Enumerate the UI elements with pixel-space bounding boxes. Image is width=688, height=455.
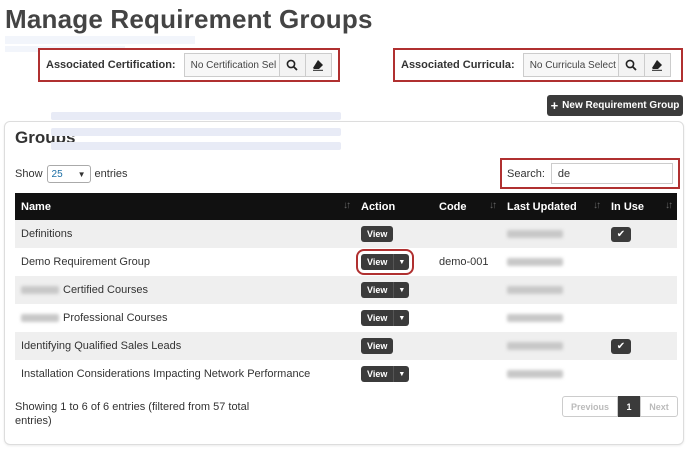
caret-down-icon[interactable]: ▼	[393, 310, 409, 326]
row-name: Identifying Qualified Sales Leads	[21, 340, 182, 352]
certification-clear-button[interactable]	[305, 53, 332, 77]
entries-select[interactable]: 25 ▼	[46, 165, 91, 183]
row-name: Demo Requirement Group	[21, 256, 151, 268]
pagination-next[interactable]: Next	[640, 396, 678, 417]
table-header-row: Name ↓↑ Action Code ↓↑ Last Updated ↓↑ In U…	[15, 193, 677, 220]
caret-down-icon[interactable]: ▼	[393, 282, 409, 298]
blurred-date	[507, 286, 563, 295]
eraser-icon	[652, 60, 663, 71]
caret-down-icon[interactable]: ▼	[393, 366, 409, 382]
sort-icon: ↓↑	[489, 200, 497, 211]
row-code	[433, 220, 501, 248]
pagination-previous[interactable]: Previous	[562, 396, 618, 417]
plus-icon: +	[550, 98, 559, 113]
blurred-brand	[21, 314, 59, 323]
row-code	[433, 304, 501, 332]
blurred-overlay	[51, 128, 341, 136]
table-row: Installation Considerations Impacting Ne…	[15, 360, 677, 388]
groups-table: Name ↓↑ Action Code ↓↑ Last Updated ↓↑ In U…	[15, 193, 677, 388]
column-header-in-use[interactable]: In Use ↓↑	[605, 193, 677, 220]
pagination: Previous 1 Next	[562, 396, 678, 417]
blurred-date	[507, 314, 563, 323]
table-search: Search: de	[500, 158, 680, 189]
search-icon	[286, 59, 298, 71]
new-requirement-group-button[interactable]: + New Requirement Group	[547, 95, 683, 116]
blurred-date	[507, 258, 563, 267]
curricula-select[interactable]: No Curricula Select	[522, 53, 619, 77]
check-icon: ✔	[611, 226, 631, 242]
curricula-label: Associated Curricula:	[401, 59, 515, 71]
blurred-date	[507, 230, 563, 239]
view-button[interactable]: View ▼	[361, 310, 410, 326]
search-icon	[625, 59, 637, 71]
entries-length: Show 25 ▼ entries	[15, 165, 128, 183]
view-button[interactable]: View ▼	[355, 249, 415, 275]
new-requirement-group-label: New Requirement Group	[562, 100, 680, 111]
certification-filter: Associated Certification: No Certificati…	[38, 48, 340, 82]
sort-icon: ↓↑	[593, 200, 601, 211]
certification-select[interactable]: No Certification Sel	[183, 53, 280, 77]
curricula-clear-button[interactable]	[644, 53, 671, 77]
length-suffix: entries	[94, 168, 128, 180]
check-icon: ✔	[611, 338, 631, 354]
search-label: Search:	[507, 167, 545, 180]
certification-label: Associated Certification:	[46, 59, 176, 71]
eraser-icon	[313, 60, 324, 71]
row-code	[433, 360, 501, 388]
blurred-overlay	[51, 142, 341, 150]
row-code: demo-001	[439, 256, 489, 268]
row-name: Installation Considerations Impacting Ne…	[21, 368, 311, 380]
entries-value: 25	[51, 168, 63, 180]
view-button[interactable]: View	[361, 226, 394, 242]
column-header-name[interactable]: Name ↓↑	[15, 193, 355, 220]
table-row: Professional Courses View ▼	[15, 304, 677, 332]
column-header-last-updated[interactable]: Last Updated ↓↑	[501, 193, 605, 220]
table-row: Certified Courses View ▼	[15, 276, 677, 304]
view-button[interactable]: View	[361, 338, 394, 354]
table-info: Showing 1 to 6 of 6 entries (filtered fr…	[15, 401, 250, 427]
table-row: Definitions View ✔	[15, 220, 677, 248]
page-title: Manage Requirement Groups	[5, 4, 373, 34]
certification-search-button[interactable]	[279, 53, 306, 77]
blurred-brand	[21, 286, 59, 295]
column-header-action: Action	[361, 200, 396, 213]
curricula-filter: Associated Curricula: No Curricula Selec…	[393, 48, 683, 82]
search-input[interactable]: de	[550, 163, 673, 184]
blurred-overlay	[51, 112, 341, 120]
row-code	[433, 276, 501, 304]
blurred-date	[507, 342, 563, 351]
column-header-code[interactable]: Code ↓↑	[433, 193, 501, 220]
row-code	[433, 332, 501, 360]
row-name-cell: Certified Courses	[15, 276, 355, 304]
table-row: Demo Requirement Group View ▼ demo-001	[15, 248, 677, 276]
groups-card: Groups Show 25 ▼ entries Search: de Name…	[4, 112, 684, 445]
table-row: Identifying Qualified Sales Leads View ✔	[15, 332, 677, 360]
view-button[interactable]: View ▼	[361, 366, 410, 382]
curricula-search-button[interactable]	[618, 53, 645, 77]
row-name: Certified Courses	[63, 284, 148, 296]
sort-icon: ↓↑	[343, 200, 351, 211]
caret-down-icon[interactable]: ▼	[393, 254, 409, 270]
blurred-subtitle	[5, 36, 195, 44]
view-button[interactable]: View ▼	[361, 282, 410, 298]
row-name-cell: Professional Courses	[15, 304, 355, 332]
sort-icon: ↓↑	[665, 200, 673, 211]
length-prefix: Show	[15, 168, 43, 180]
pagination-page-1[interactable]: 1	[618, 396, 640, 417]
row-name: Definitions	[21, 228, 73, 240]
row-name: Professional Courses	[63, 312, 168, 324]
chevron-down-icon: ▼	[77, 169, 86, 179]
blurred-date	[507, 370, 563, 379]
